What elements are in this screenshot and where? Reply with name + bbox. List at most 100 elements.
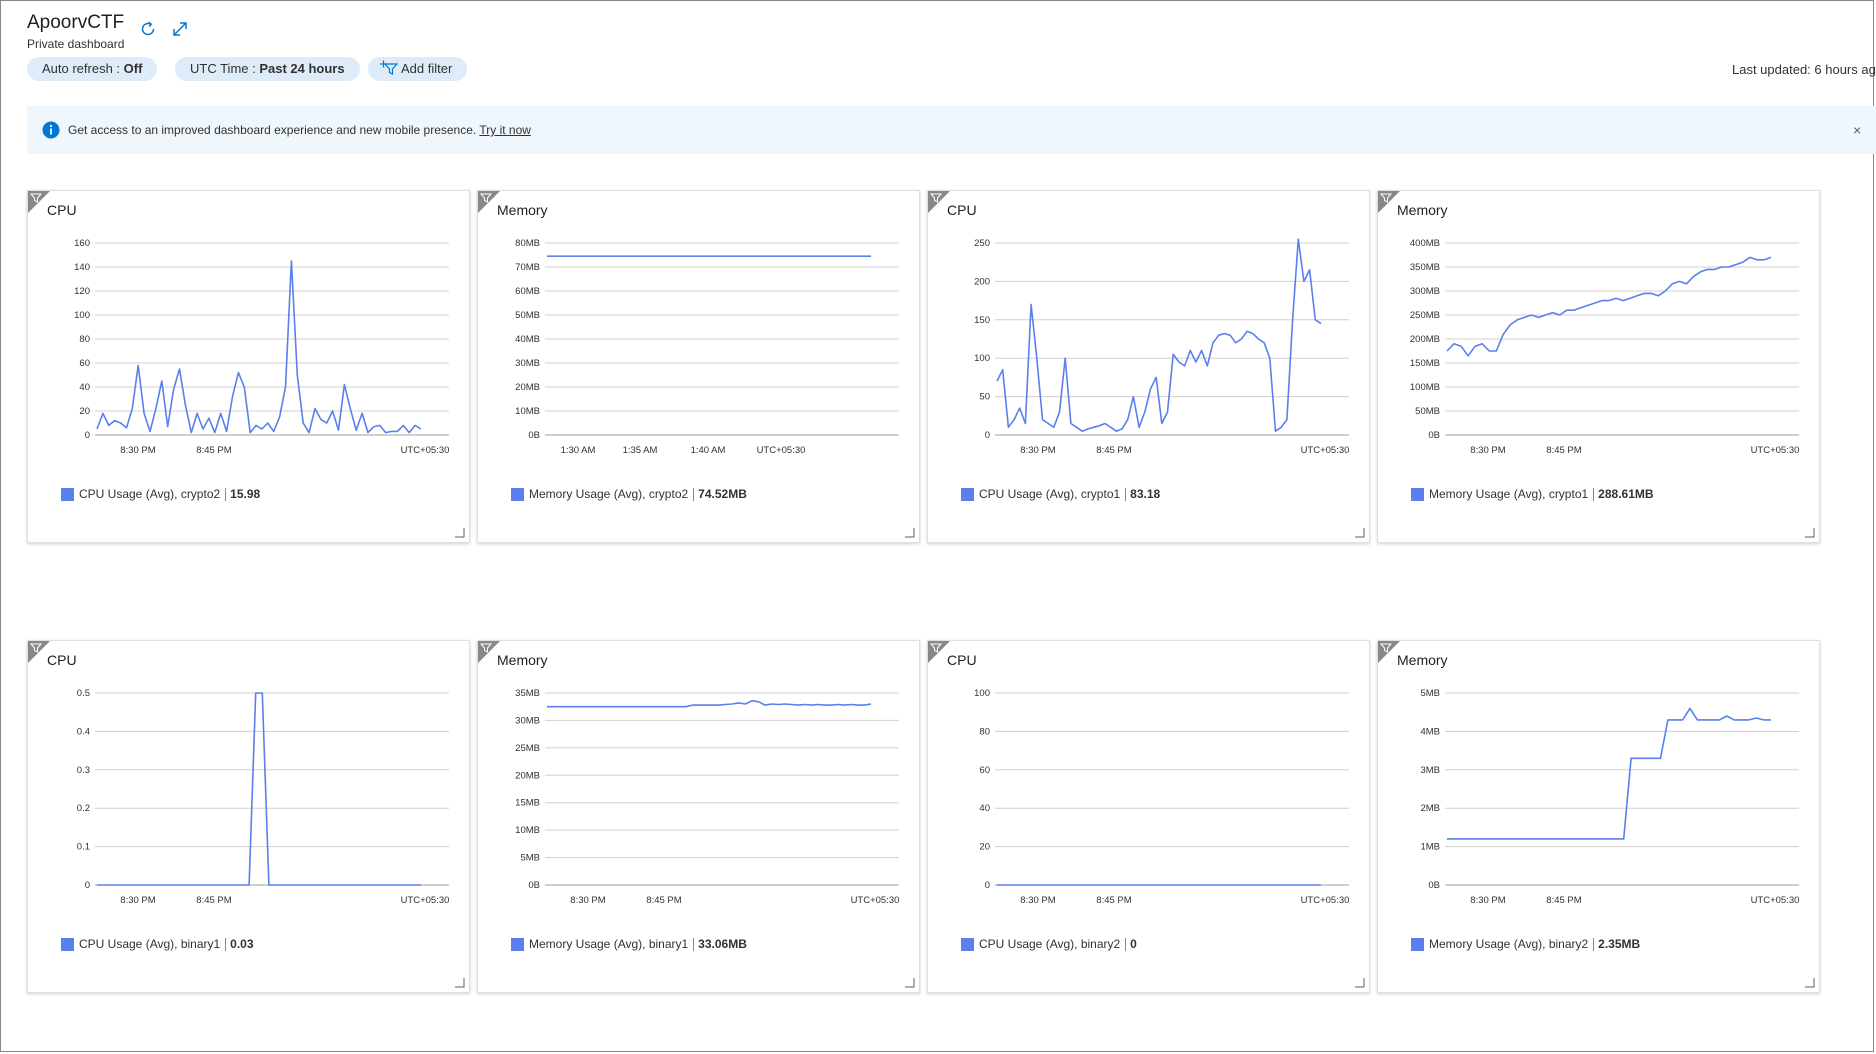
y-tick-label: 5MB xyxy=(520,853,540,864)
close-banner-icon[interactable]: × xyxy=(1853,106,1861,154)
y-tick-label: 400MB xyxy=(1410,238,1440,249)
y-tick-label: 20MB xyxy=(515,382,540,393)
y-tick-label: 60MB xyxy=(515,286,540,297)
line-chart: 0.50.40.30.20.108:30 PM8:45 PMUTC+05:30 xyxy=(28,641,469,931)
resize-handle-icon[interactable] xyxy=(1355,978,1365,988)
chart-tile[interactable]: CPU0.50.40.30.20.108:30 PM8:45 PMUTC+05:… xyxy=(27,640,470,993)
series-line xyxy=(97,261,421,433)
x-tick-label: 8:30 PM xyxy=(1470,445,1505,456)
expand-icon[interactable] xyxy=(171,20,189,38)
x-tick-label: UTC+05:30 xyxy=(1301,895,1350,906)
line-chart: 1601401201008060402008:30 PM8:45 PMUTC+0… xyxy=(28,191,469,481)
legend-divider xyxy=(1125,488,1126,501)
resize-handle-icon[interactable] xyxy=(905,978,915,988)
y-tick-label: 350MB xyxy=(1410,262,1440,273)
chart-legend[interactable]: Memory Usage (Avg), binary22.35MB xyxy=(1411,937,1640,951)
line-chart: 1008060402008:30 PM8:45 PMUTC+05:30 xyxy=(928,641,1369,931)
legend-summary-value: 2.35MB xyxy=(1598,937,1640,951)
chart-legend[interactable]: Memory Usage (Avg), crypto1288.61MB xyxy=(1411,487,1654,501)
x-tick-label: 8:30 PM xyxy=(1470,895,1505,906)
y-tick-label: 10MB xyxy=(515,825,540,836)
y-tick-label: 200MB xyxy=(1410,334,1440,345)
resize-handle-icon[interactable] xyxy=(1805,978,1815,988)
x-tick-label: 8:45 PM xyxy=(1546,895,1581,906)
y-tick-label: 15MB xyxy=(515,798,540,809)
line-chart: 400MB350MB300MB250MB200MB150MB100MB50MB0… xyxy=(1378,191,1819,481)
y-tick-label: 70MB xyxy=(515,262,540,273)
y-tick-label: 10MB xyxy=(515,406,540,417)
chart-tile[interactable]: Memory80MB70MB60MB50MB40MB30MB20MB10MB0B… xyxy=(477,190,920,543)
y-tick-label: 100 xyxy=(74,310,90,321)
y-tick-label: 20MB xyxy=(515,770,540,781)
legend-summary-value: 15.98 xyxy=(230,487,260,501)
info-banner: Get access to an improved dashboard expe… xyxy=(27,106,1876,154)
legend-divider xyxy=(1593,938,1594,951)
chart-legend[interactable]: CPU Usage (Avg), crypto183.18 xyxy=(961,487,1160,501)
chart-legend[interactable]: CPU Usage (Avg), binary1 0.03 xyxy=(61,937,254,951)
y-tick-label: 100MB xyxy=(1410,382,1440,393)
series-line xyxy=(1447,708,1771,839)
chart-tile[interactable]: CPU1008060402008:30 PM8:45 PMUTC+05:30CP… xyxy=(927,640,1370,993)
legend-summary-value: 0.03 xyxy=(230,937,253,951)
chart-tile[interactable]: Memory5MB4MB3MB2MB1MB0B8:30 PM8:45 PMUTC… xyxy=(1377,640,1820,993)
resize-handle-icon[interactable] xyxy=(905,528,915,538)
y-tick-label: 0.2 xyxy=(77,803,90,814)
y-tick-label: 80MB xyxy=(515,238,540,249)
x-tick-label: UTC+05:30 xyxy=(1751,895,1800,906)
chart-tile[interactable]: CPU1601401201008060402008:30 PM8:45 PMUT… xyxy=(27,190,470,543)
y-tick-label: 250 xyxy=(974,238,990,249)
series-line xyxy=(547,701,871,707)
x-tick-label: 1:40 AM xyxy=(691,445,726,456)
time-range-button[interactable]: UTC Time : Past 24 hours xyxy=(175,57,360,81)
y-tick-label: 160 xyxy=(74,238,90,249)
y-tick-label: 0B xyxy=(528,430,540,441)
y-tick-label: 0 xyxy=(85,880,90,891)
auto-refresh-button[interactable]: Auto refresh : Off xyxy=(27,57,157,81)
chart-tile[interactable]: Memory35MB30MB25MB20MB15MB10MB5MB0B8:30 … xyxy=(477,640,920,993)
legend-divider xyxy=(225,938,226,951)
legend-swatch xyxy=(61,488,74,501)
add-filter-button[interactable]: Add filter xyxy=(368,57,467,81)
resize-handle-icon[interactable] xyxy=(1355,528,1365,538)
legend-swatch xyxy=(961,938,974,951)
legend-summary-value: 33.06MB xyxy=(698,937,747,951)
y-tick-label: 0 xyxy=(985,430,990,441)
chart-legend[interactable]: Memory Usage (Avg), crypto274.52MB xyxy=(511,487,747,501)
resize-handle-icon[interactable] xyxy=(455,978,465,988)
y-tick-label: 150 xyxy=(974,315,990,326)
series-line xyxy=(997,239,1321,431)
x-tick-label: 8:45 PM xyxy=(1546,445,1581,456)
x-tick-label: 8:30 PM xyxy=(1020,445,1055,456)
legend-summary-value: 74.52MB xyxy=(698,487,747,501)
y-tick-label: 80 xyxy=(979,726,990,737)
legend-swatch xyxy=(61,938,74,951)
chart-legend[interactable]: CPU Usage (Avg), crypto215.98 xyxy=(61,487,260,501)
line-chart: 80MB70MB60MB50MB40MB30MB20MB10MB0B1:30 A… xyxy=(478,191,919,481)
x-tick-label: UTC+05:30 xyxy=(1301,445,1350,456)
refresh-icon[interactable] xyxy=(139,20,157,38)
x-tick-label: UTC+05:30 xyxy=(851,895,900,906)
y-tick-label: 2MB xyxy=(1420,803,1440,814)
y-tick-label: 0.5 xyxy=(77,688,90,699)
chart-legend[interactable]: CPU Usage (Avg), binary20 xyxy=(961,937,1137,951)
x-tick-label: 8:30 PM xyxy=(570,895,605,906)
chart-tile[interactable]: CPU2502001501005008:30 PM8:45 PMUTC+05:3… xyxy=(927,190,1370,543)
y-tick-label: 0B xyxy=(1428,430,1440,441)
legend-divider xyxy=(693,938,694,951)
filter-add-icon xyxy=(380,60,398,76)
try-it-now-link[interactable]: Try it now xyxy=(479,123,531,137)
x-tick-label: 8:30 PM xyxy=(120,445,155,456)
y-tick-label: 0B xyxy=(528,880,540,891)
y-tick-label: 40 xyxy=(979,803,990,814)
y-tick-label: 100 xyxy=(974,688,990,699)
resize-handle-icon[interactable] xyxy=(1805,528,1815,538)
chart-tile[interactable]: Memory400MB350MB300MB250MB200MB150MB100M… xyxy=(1377,190,1820,543)
y-tick-label: 60 xyxy=(79,358,90,369)
y-tick-label: 0 xyxy=(85,430,90,441)
y-tick-label: 20 xyxy=(79,406,90,417)
legend-summary-value: 288.61MB xyxy=(1598,487,1653,501)
chart-legend[interactable]: Memory Usage (Avg), binary133.06MB xyxy=(511,937,747,951)
time-range-value: Past 24 hours xyxy=(259,61,344,76)
legend-series-name: CPU Usage (Avg), binary1 xyxy=(79,937,220,951)
resize-handle-icon[interactable] xyxy=(455,528,465,538)
